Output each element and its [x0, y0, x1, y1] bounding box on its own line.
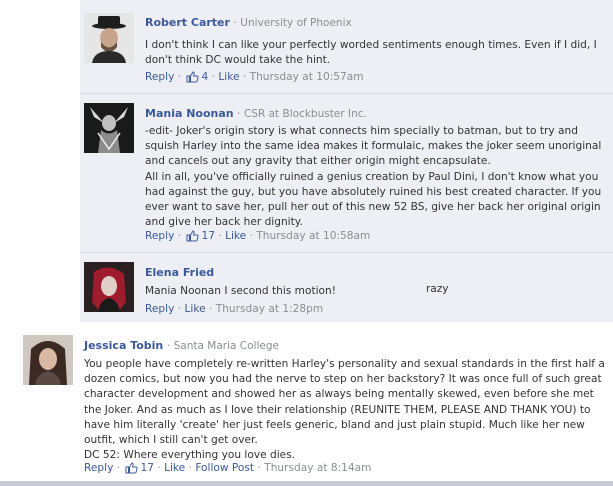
comment-paragraph: -edit- Joker's origin story is what conn… — [145, 125, 602, 168]
separator-dot: · — [242, 71, 247, 83]
separator-dot: · — [249, 230, 253, 242]
separator-dot: · — [211, 71, 215, 83]
avatar[interactable] — [84, 262, 134, 312]
follow-post-link[interactable]: Follow Post — [195, 462, 254, 474]
timestamp[interactable]: Thursday at 10:57am — [250, 71, 364, 83]
comment-actions: Reply · Like · Thursday at 1:28pm — [145, 303, 323, 315]
separator-dot: · — [233, 17, 237, 29]
avatar[interactable] — [84, 103, 134, 153]
like-count[interactable]: 4 — [201, 71, 208, 83]
like-count[interactable]: 17 — [201, 230, 214, 242]
reply-link[interactable]: Reply — [145, 303, 174, 315]
timestamp[interactable]: Thursday at 10:58am — [256, 230, 370, 242]
avatar[interactable] — [84, 13, 134, 63]
separator-dot: · — [157, 462, 161, 474]
separator-dot: · — [166, 340, 171, 352]
like-link[interactable]: Like — [225, 230, 246, 242]
author-affiliation[interactable]: CSR at Blockbuster Inc. — [244, 108, 367, 120]
like-thumb-icon[interactable] — [186, 230, 200, 245]
comment-actions: Reply · 4 · Like · Thursday at 10:57am — [145, 71, 364, 86]
comment-text: -edit- Joker's origin story is what conn… — [145, 124, 607, 230]
like-link[interactable]: Like — [164, 462, 185, 474]
separator-dot: · — [188, 462, 192, 474]
comment-text: I don't think I can like your perfectly … — [145, 38, 605, 68]
comment-header: Robert Carter · University of Phoenix — [145, 16, 352, 29]
bottom-border — [0, 481, 613, 486]
like-thumb-icon[interactable] — [186, 71, 200, 86]
like-thumb-icon[interactable] — [125, 462, 139, 477]
comment-text: Mania Noonan I second this motion! — [145, 284, 425, 299]
author-name[interactable]: Jessica Tobin — [84, 339, 163, 352]
author-name[interactable]: Robert Carter — [145, 16, 230, 29]
separator-dot: · — [177, 71, 182, 83]
like-link[interactable]: Like — [218, 71, 239, 83]
comment-actions: Reply · 17 · Like · Thursday at 10:58am — [145, 230, 370, 245]
avatar-photo-jessica — [23, 335, 73, 385]
separator-dot: · — [208, 303, 213, 315]
avatar-photo-robert — [84, 13, 134, 63]
author-affiliation[interactable]: Santa Maria College — [174, 340, 279, 352]
author-affiliation[interactable]: University of Phoenix — [240, 17, 351, 29]
avatar-photo-mania — [84, 103, 134, 153]
reply-link[interactable]: Reply — [84, 462, 113, 474]
like-count[interactable]: 17 — [140, 462, 153, 474]
separator-dot: · — [116, 462, 121, 474]
comment-actions: Reply · 17 · Like · Follow Post · Thursd… — [84, 462, 371, 477]
comment-paragraph: All in all, you've officially ruined a g… — [145, 170, 602, 229]
separator-dot: · — [237, 108, 241, 120]
comment-header: Jessica Tobin · Santa Maria College — [84, 339, 279, 352]
separator-dot: · — [257, 462, 261, 474]
comment-paragraph: You people have completely re-written Ha… — [84, 358, 605, 447]
timestamp[interactable]: Thursday at 1:28pm — [216, 303, 323, 315]
reply-link[interactable]: Reply — [145, 230, 174, 242]
stray-text: razy — [426, 283, 449, 295]
comment-header: Elena Fried — [145, 266, 214, 279]
comment-header: Mania Noonan · CSR at Blockbuster Inc. — [145, 107, 367, 120]
timestamp[interactable]: Thursday at 8:14am — [264, 462, 371, 474]
reply-link[interactable]: Reply — [145, 71, 174, 83]
separator-dot: · — [177, 303, 182, 315]
avatar[interactable] — [23, 335, 73, 385]
comment-paragraph: Mania Noonan I second this motion! — [145, 285, 337, 297]
separator-dot: · — [218, 230, 222, 242]
comment-text: You people have completely re-written Ha… — [84, 357, 606, 463]
author-name[interactable]: Mania Noonan — [145, 107, 234, 120]
author-name[interactable]: Elena Fried — [145, 266, 214, 279]
separator-dot: · — [177, 230, 182, 242]
like-link[interactable]: Like — [184, 303, 205, 315]
avatar-photo-elena — [84, 262, 134, 312]
comment-paragraph: I don't think I can like your perfectly … — [145, 39, 597, 67]
